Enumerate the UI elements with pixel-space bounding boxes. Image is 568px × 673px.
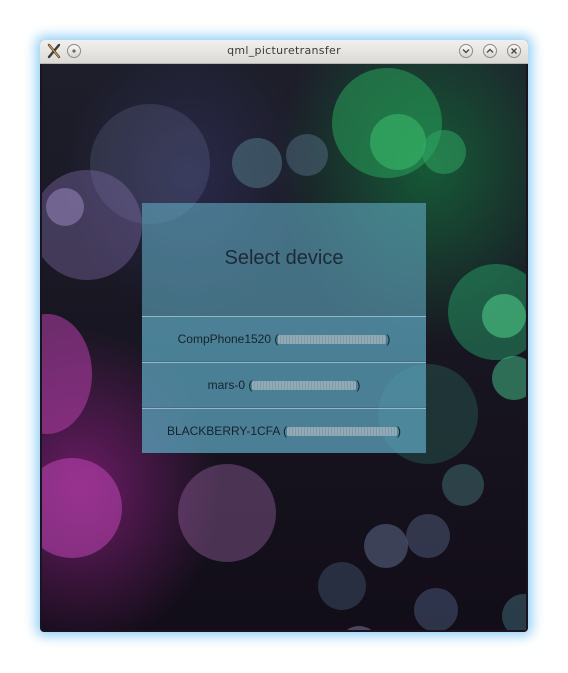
bokeh-bubble (232, 138, 282, 188)
device-name: mars-0 (207, 378, 245, 392)
select-device-dialog: Select device CompPhone1520 () mars-0 ()… (142, 203, 426, 453)
redacted-id-icon (278, 335, 387, 344)
bokeh-bubble (318, 562, 366, 610)
maximize-icon[interactable] (483, 44, 497, 58)
app-window: qml_picturetransfer Select device CompPh… (40, 40, 528, 632)
bokeh-bubble (492, 356, 526, 400)
device-item-blackberry-1cfa[interactable]: BLACKBERRY-1CFA () (142, 408, 426, 453)
bokeh-bubble (482, 294, 526, 338)
bokeh-bubble (46, 188, 84, 226)
bokeh-bubble (502, 594, 526, 630)
minimize-icon[interactable] (459, 44, 473, 58)
bokeh-bubble (42, 314, 92, 434)
bokeh-bubble (370, 114, 426, 170)
bokeh-bubble (178, 464, 276, 562)
bokeh-bubble (42, 458, 122, 558)
device-id-close: ) (397, 424, 402, 438)
bokeh-bubble (442, 464, 484, 506)
bokeh-bubble (364, 524, 408, 568)
bokeh-bubble (422, 130, 466, 174)
dialog-title: Select device (224, 247, 344, 269)
bokeh-bubble (286, 134, 328, 176)
redacted-id-icon (287, 427, 398, 436)
bokeh-bubble (414, 588, 458, 630)
device-name: BLACKBERRY-1CFA (166, 424, 280, 438)
bokeh-bubble (42, 170, 142, 280)
device-item-compphone1520[interactable]: CompPhone1520 () (142, 316, 426, 361)
bokeh-background: Select device CompPhone1520 () mars-0 ()… (42, 64, 526, 630)
redacted-id-icon (252, 381, 357, 390)
device-name: CompPhone1520 (177, 332, 272, 346)
bokeh-bubble (406, 514, 450, 558)
device-id-close: ) (356, 378, 361, 392)
device-id-close: ) (386, 332, 391, 346)
device-item-mars-0[interactable]: mars-0 () (142, 362, 426, 407)
title-bar[interactable]: qml_picturetransfer (40, 40, 528, 64)
window-title: qml_picturetransfer (227, 44, 341, 57)
bokeh-bubble (338, 626, 380, 630)
close-icon[interactable] (507, 44, 521, 58)
